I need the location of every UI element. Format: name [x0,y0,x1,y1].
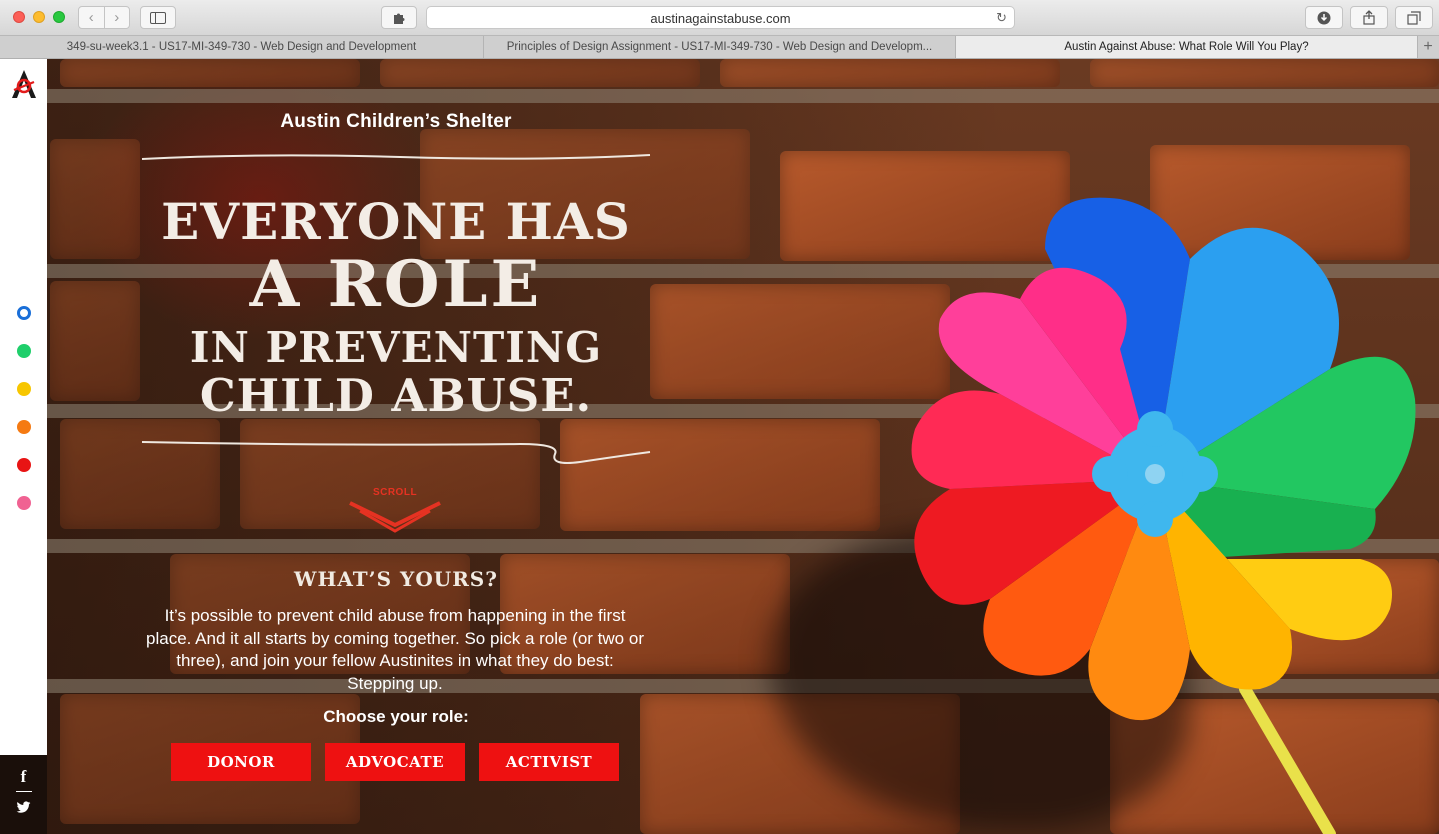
puzzle-icon [394,13,405,24]
hero-block: Austin Children’s Shelter EVERYONE HAS A… [140,111,652,470]
facebook-icon[interactable]: f [0,767,47,787]
back-icon[interactable]: ‹ [79,7,104,28]
share-icon [1363,10,1375,25]
tab-principles-design[interactable]: Principles of Design Assignment - US17-M… [484,36,956,58]
tab-label: Austin Against Abuse: What Role Will You… [1064,41,1309,53]
tab-overview-button[interactable] [1395,6,1433,29]
social-divider [16,791,32,792]
tab-bar: 349-su-week3.1 - US17-MI-349-730 - Web D… [0,36,1439,59]
zoom-window-button[interactable] [53,11,65,23]
section-dot-1[interactable] [17,306,31,320]
web-page: f Austin Children’s Shelter EVERYONE HAS… [0,59,1439,834]
headline-line-1: EVERYONE HAS [161,192,631,251]
tab-week3[interactable]: 349-su-week3.1 - US17-MI-349-730 - Web D… [0,36,484,58]
section-dot-4[interactable] [17,420,31,434]
minimize-window-button[interactable] [33,11,45,23]
tab-label: 349-su-week3.1 - US17-MI-349-730 - Web D… [66,41,417,53]
headline: EVERYONE HAS A ROLE IN PREVENTING CHILD … [140,192,652,422]
headline-line-4: CHILD ABUSE. [199,369,593,422]
headline-line-2: A ROLE [249,247,543,322]
download-icon [1317,11,1331,24]
activist-button[interactable]: ACTIVIST [479,743,619,781]
tab-label: Principles of Design Assignment - US17-M… [506,41,933,53]
section-dot-6[interactable] [17,496,31,510]
tabs-icon [1407,10,1421,25]
share-button[interactable] [1350,6,1388,29]
advocate-button[interactable]: ADVOCATE [325,743,465,781]
address-bar[interactable]: austinagainstabuse.com ↻ [426,6,1015,29]
section-dot-5[interactable] [17,458,31,472]
rough-divider-top [141,154,651,160]
austin-against-abuse-logo-icon[interactable] [8,68,40,100]
sidebar-icon [150,11,166,24]
rough-divider-bottom [141,441,651,464]
choose-role-label: Choose your role: [323,707,469,726]
section-nav-sidebar [0,59,47,755]
section-dot-2[interactable] [17,344,31,358]
social-links: f [0,755,47,834]
tab-austin-against-abuse[interactable]: Austin Against Abuse: What Role Will You… [956,36,1418,58]
reload-icon[interactable]: ↻ [996,10,1007,26]
intro-copy: It’s possible to prevent child abuse fro… [146,606,644,693]
close-window-button[interactable] [13,11,25,23]
twitter-icon[interactable] [16,801,31,814]
extension-button[interactable] [381,6,417,29]
donor-button[interactable]: DONOR [171,743,311,781]
role-buttons: DONOR ADVOCATE ACTIVIST [171,743,619,781]
downloads-button[interactable] [1305,6,1343,29]
chevron-down-icon [349,501,441,533]
sidebar-toggle-button[interactable] [140,6,176,29]
whats-yours-heading: WHAT’S YOURS? [294,567,498,591]
scroll-indicator[interactable]: SCROLL [345,487,445,537]
forward-icon[interactable]: › [103,7,130,28]
new-tab-icon[interactable]: + [1418,36,1438,58]
org-name: Austin Children’s Shelter [280,111,512,132]
pinwheel-illustration [911,197,1416,834]
section-dot-3[interactable] [17,382,31,396]
url-text: austinagainstabuse.com [650,11,791,26]
browser-titlebar: ‹ › austinagainstabuse.com ↻ [0,0,1439,36]
history-nav: ‹ › [78,6,130,29]
headline-line-3: IN PREVENTING [189,323,603,372]
